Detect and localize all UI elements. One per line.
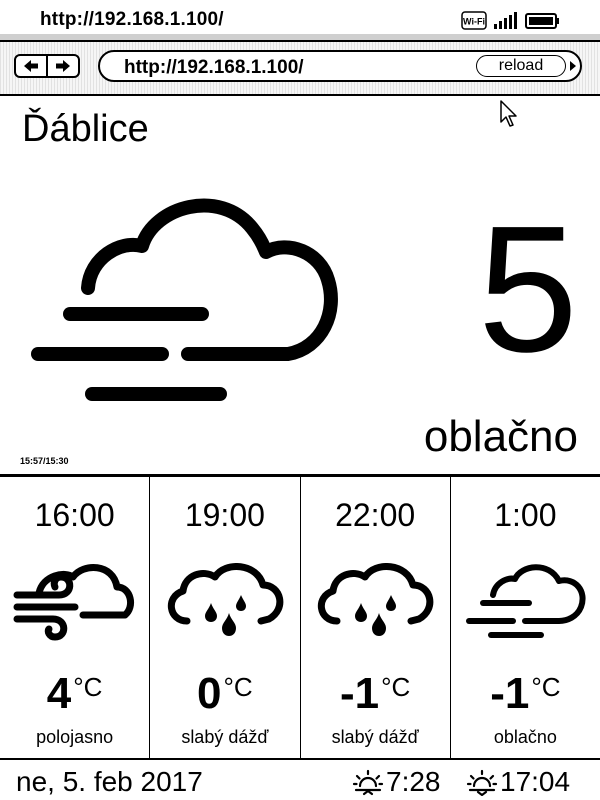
sunset-time: 17:04 bbox=[466, 766, 570, 798]
forecast-condition: slabý dážď bbox=[181, 727, 269, 747]
reload-button[interactable]: reload bbox=[476, 55, 566, 77]
forecast-panel: 16:00 4°C polojasno 19:00 0°C slabý dážď… bbox=[0, 474, 600, 760]
cloud-fog-icon bbox=[466, 564, 586, 638]
cloud-rain-icon bbox=[318, 563, 434, 636]
battery-icon bbox=[525, 13, 559, 29]
forecast-time: 19:00 bbox=[184, 497, 265, 533]
forecast-item: 1:00 -1°C oblačno bbox=[449, 477, 600, 758]
sunset-icon bbox=[466, 769, 498, 796]
forecast-time: 1:00 bbox=[494, 497, 557, 533]
current-date: ne, 5. feb 2017 bbox=[16, 766, 203, 797]
cloud-wind-icon bbox=[13, 564, 134, 641]
forecast-temperature-value: 4 bbox=[46, 669, 72, 718]
forward-arrow-icon bbox=[56, 60, 70, 72]
forecast-item: 19:00 0°C slabý dážď bbox=[149, 477, 299, 758]
forecast-temperature-value: -1 bbox=[490, 669, 530, 718]
status-icons: Wi-Fi bbox=[460, 10, 586, 32]
svg-text:Wi-Fi: Wi-Fi bbox=[463, 17, 485, 27]
temperature-unit: °C bbox=[223, 672, 253, 702]
sunrise-time: 7:28 bbox=[352, 766, 441, 798]
wifi-icon: Wi-Fi bbox=[461, 11, 487, 30]
nav-buttons bbox=[14, 54, 80, 78]
forecast-condition: polojasno bbox=[36, 727, 114, 747]
signal-bars-icon bbox=[494, 12, 517, 29]
go-arrow-icon[interactable] bbox=[569, 60, 577, 72]
address-bar-url[interactable]: http://192.168.1.100/ bbox=[124, 57, 304, 79]
forecast-time: 22:00 bbox=[335, 497, 416, 533]
forecast-condition: oblačno bbox=[493, 727, 557, 747]
forecast-time: 16:00 bbox=[34, 497, 115, 533]
temperature-unit: °C bbox=[381, 672, 411, 702]
device-status-bar: http://192.168.1.100/ Wi-Fi bbox=[0, 0, 600, 42]
sunset-value: 17:04 bbox=[500, 766, 571, 797]
forecast-temperature-value: 0 bbox=[197, 669, 222, 718]
forecast-temperature: -1°C bbox=[451, 669, 600, 719]
cloud-fog-icon bbox=[31, 198, 338, 401]
sunrise-icon bbox=[352, 769, 384, 796]
forecast-item: 16:00 4°C polojasno bbox=[0, 477, 149, 758]
footer: ne, 5. feb 2017 7:28 17:04 bbox=[0, 760, 600, 800]
current-temperature: 5 bbox=[477, 189, 578, 390]
sunrise-value: 7:28 bbox=[386, 766, 441, 797]
forecast-temperature: 4°C bbox=[0, 669, 149, 719]
forecast-condition: slabý dážď bbox=[331, 727, 419, 747]
back-button[interactable] bbox=[16, 56, 46, 76]
temperature-unit: °C bbox=[73, 672, 103, 702]
browser-toolbar: http://192.168.1.100/ reload bbox=[0, 42, 600, 96]
current-condition: oblačno bbox=[423, 412, 578, 461]
back-arrow-icon bbox=[24, 60, 38, 72]
forecast-temperature: 0°C bbox=[150, 669, 299, 719]
address-bar[interactable]: http://192.168.1.100/ reload bbox=[98, 50, 582, 82]
cloud-rain-icon bbox=[167, 563, 284, 636]
city-name: Ďáblice bbox=[22, 108, 149, 150]
forecast-temperature: -1°C bbox=[301, 669, 450, 719]
temperature-unit: °C bbox=[531, 672, 561, 702]
forward-button[interactable] bbox=[46, 56, 78, 76]
forecast-item: 22:00 -1°C slabý dážď bbox=[299, 477, 450, 758]
mouse-cursor-icon bbox=[500, 100, 517, 127]
status-url: http://192.168.1.100/ bbox=[40, 9, 224, 30]
last-updated: 15:57/15:30 bbox=[20, 456, 69, 466]
forecast-temperature-value: -1 bbox=[339, 669, 380, 718]
